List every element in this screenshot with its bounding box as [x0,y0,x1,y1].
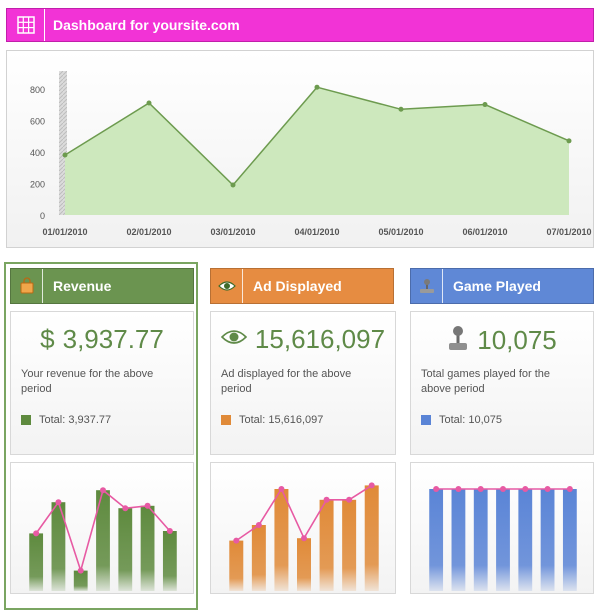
x-tick-label: 04/01/2010 [294,227,339,237]
trend-point [77,567,84,574]
game-mini-chart [410,462,594,594]
trend-point [544,486,551,492]
bar [473,489,488,591]
trend-point [346,496,353,503]
x-tick-label: 01/01/2010 [42,227,87,237]
revenue-mini-chart-svg [29,487,177,591]
joystick-icon [411,269,443,303]
bar [540,489,555,591]
y-tick-label: 600 [30,116,45,126]
ad-total: Total: 15,616,097 [239,414,324,426]
game-stat-panel: 10,075 Total games played for the above … [410,311,594,455]
ad-value: 15,616,097 [254,324,386,354]
ad-legend-swatch [221,415,231,425]
bar [496,489,510,591]
tab-ad-displayed[interactable]: Ad Displayed [210,268,394,304]
grid-icon [7,9,45,41]
x-tick-label: 05/01/2010 [378,227,423,237]
joystick-icon [447,324,469,357]
area-fill [65,87,569,215]
bar [297,538,311,591]
game-mini-chart-svg [429,486,577,591]
game-value: 10,075 [477,325,557,355]
trend-point [33,530,40,537]
trend-point [144,502,151,509]
dashboard-page: Dashboard for yoursite.com 0 200 400 600 800… [0,0,600,616]
area-point [230,182,236,188]
main-chart-svg: 0 200 400 600 800 01/01/2010 02/01/2010 03/01/2… [30,71,592,237]
tab-game-played[interactable]: Game Played [410,268,594,304]
trend-point [566,486,573,492]
area-point [146,100,152,106]
eye-icon [211,269,243,303]
revenue-stat-panel: $ 3,937.77 Your revenue for the above pe… [10,311,194,455]
bar [118,508,133,591]
trend-point [166,528,173,534]
trend-point [433,486,440,492]
bar [73,570,88,591]
trend-point [301,535,307,542]
y-tick-label: 0 [40,211,45,221]
bar [29,533,44,591]
revenue-description: Your revenue for the above period [21,368,154,395]
tab-revenue-label: Revenue [53,278,112,294]
trend-point [278,486,285,492]
trend-point [522,486,529,492]
trend-point [368,482,375,489]
bar [140,505,155,591]
trend-point [100,487,106,494]
bar [251,525,266,591]
game-description: Total games played for the above period [421,368,551,395]
bar [451,489,466,591]
y-tick-label: 200 [30,179,45,189]
trend-point [477,486,484,492]
x-tick-label: 02/01/2010 [126,227,171,237]
bar [229,540,244,591]
bar [562,489,577,591]
revenue-legend-swatch [21,415,31,425]
x-tick-label: 06/01/2010 [462,227,507,237]
trend-point [55,499,62,506]
bar [274,489,289,591]
bar [342,499,357,591]
bar [429,489,444,591]
bar [364,485,379,591]
revenue-value: 3,937.77 [62,324,164,354]
main-area-chart: 0 200 400 600 800 01/01/2010 02/01/2010 03/01/2… [6,50,594,248]
revenue-value-prefix: $ [40,324,55,354]
ad-mini-chart-svg [229,482,379,591]
area-point [482,102,488,108]
tab-revenue[interactable]: Revenue [10,268,194,304]
game-legend-swatch [421,415,431,425]
page-title: Dashboard for yoursite.com [53,17,240,33]
eye-icon [220,328,248,351]
trend-point [455,486,462,492]
area-point [398,106,404,112]
game-total: Total: 10,075 [439,414,502,426]
trend-point [122,505,129,512]
ad-mini-chart [210,462,396,594]
tab-game-played-label: Game Played [453,278,541,294]
trend-point [323,496,330,503]
dashboard-header: Dashboard for yoursite.com [6,8,594,42]
trend-point [233,537,240,544]
y-tick-label: 400 [30,148,45,158]
area-point [62,152,68,158]
bag-icon [11,269,43,303]
x-tick-label: 03/01/2010 [210,227,255,237]
revenue-mini-chart [10,462,194,594]
bar [518,489,533,591]
trend-point [255,522,262,528]
ad-stat-panel: 15,616,097 Ad displayed for the above pe… [210,311,396,455]
ad-description: Ad displayed for the above period [221,368,352,395]
tab-ad-displayed-label: Ad Displayed [253,278,342,294]
bar [162,531,177,591]
bar [319,499,334,591]
x-tick-label: 07/01/2010 [546,227,591,237]
y-tick-label: 800 [30,85,45,95]
area-point [566,138,572,144]
trend-point [500,486,506,492]
revenue-total: Total: 3,937.77 [39,414,112,426]
area-point [314,84,320,90]
